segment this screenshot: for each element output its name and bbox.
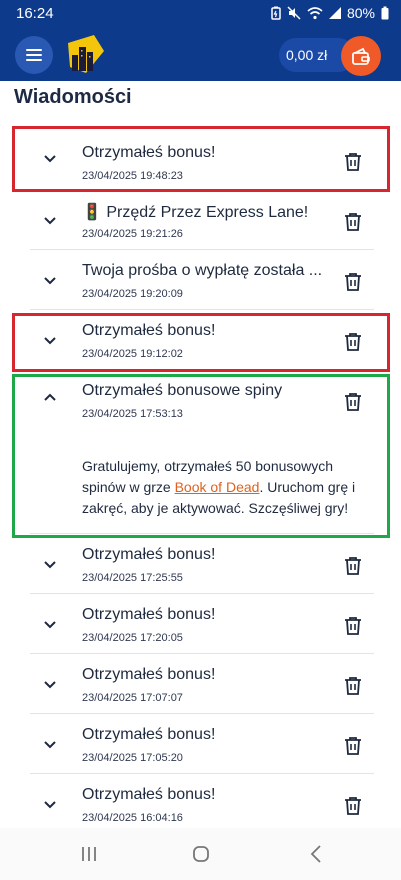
page-title: Wiadomości bbox=[14, 86, 132, 108]
trash-icon[interactable] bbox=[344, 212, 362, 232]
message-item[interactable]: Otrzymałeś bonus! 23/04/2025 17:20:05 bbox=[30, 594, 374, 654]
message-date: 23/04/2025 17:20:05 bbox=[82, 632, 183, 644]
trash-icon[interactable] bbox=[344, 676, 362, 696]
message-title: 🚦 Przędź Przez Express Lane! bbox=[82, 204, 309, 221]
message-title: Otrzymałeś bonus! bbox=[82, 546, 216, 563]
message-item[interactable]: Otrzymałeś bonus! 23/04/2025 17:25:55 bbox=[30, 534, 374, 594]
message-item[interactable]: Twoja prośba o wypłatę została ... 23/04… bbox=[30, 250, 374, 310]
chevron-down-icon[interactable] bbox=[42, 616, 58, 632]
message-date: 23/04/2025 16:04:16 bbox=[82, 812, 183, 824]
message-item[interactable]: Otrzymałeś bonus! 23/04/2025 16:04:16 bbox=[30, 774, 374, 834]
city-logo[interactable] bbox=[64, 33, 108, 75]
back-icon[interactable] bbox=[305, 844, 327, 864]
menu-button[interactable] bbox=[15, 36, 53, 74]
home-icon[interactable] bbox=[190, 844, 212, 864]
message-title: Otrzymałeś bonus! bbox=[82, 726, 216, 743]
status-icons: 80% bbox=[271, 5, 389, 21]
battery-icon bbox=[381, 6, 389, 20]
trash-icon[interactable] bbox=[344, 556, 362, 576]
app-header: 16:24 80% 0,00 zł bbox=[0, 0, 401, 81]
mute-icon bbox=[287, 6, 301, 20]
recent-apps-icon[interactable] bbox=[78, 844, 100, 864]
battery-saver-icon bbox=[271, 6, 281, 20]
message-date: 23/04/2025 17:07:07 bbox=[82, 692, 183, 704]
highlight-box-green bbox=[12, 374, 390, 538]
chevron-down-icon[interactable] bbox=[42, 736, 58, 752]
wallet-button[interactable] bbox=[341, 36, 381, 76]
trash-icon[interactable] bbox=[344, 736, 362, 756]
chevron-down-icon[interactable] bbox=[42, 676, 58, 692]
chevron-down-icon[interactable] bbox=[42, 796, 58, 812]
message-date: 23/04/2025 19:21:26 bbox=[82, 228, 183, 240]
chevron-down-icon[interactable] bbox=[42, 272, 58, 288]
battery-percent: 80% bbox=[346, 5, 375, 21]
message-title: Otrzymałeś bonus! bbox=[82, 606, 216, 623]
message-date: 23/04/2025 17:25:55 bbox=[82, 572, 183, 584]
trash-icon[interactable] bbox=[344, 272, 362, 292]
wallet-icon bbox=[352, 47, 370, 65]
system-nav-bar bbox=[0, 828, 401, 880]
message-date: 23/04/2025 17:05:20 bbox=[82, 752, 183, 764]
highlight-box-red bbox=[12, 126, 390, 192]
chevron-down-icon[interactable] bbox=[42, 556, 58, 572]
message-title: Otrzymałeś bonus! bbox=[82, 666, 216, 683]
highlight-box-red bbox=[12, 313, 390, 372]
wifi-icon bbox=[307, 6, 323, 19]
message-title: Twoja prośba o wypłatę została ... bbox=[82, 262, 323, 279]
trash-icon[interactable] bbox=[344, 796, 362, 816]
message-title: Otrzymałeś bonus! bbox=[82, 786, 216, 803]
message-item[interactable]: Otrzymałeś bonus! 23/04/2025 17:07:07 bbox=[30, 654, 374, 714]
status-bar: 16:24 80% bbox=[0, 0, 401, 26]
message-item[interactable]: 🚦 Przędź Przez Express Lane! 23/04/2025 … bbox=[30, 190, 374, 250]
signal-icon bbox=[328, 7, 341, 19]
message-date: 23/04/2025 19:20:09 bbox=[82, 288, 183, 300]
hamburger-icon bbox=[26, 49, 42, 61]
message-item[interactable]: Otrzymałeś bonus! 23/04/2025 17:05:20 bbox=[30, 714, 374, 774]
trash-icon[interactable] bbox=[344, 616, 362, 636]
status-time: 16:24 bbox=[16, 5, 54, 22]
chevron-down-icon[interactable] bbox=[42, 212, 58, 228]
